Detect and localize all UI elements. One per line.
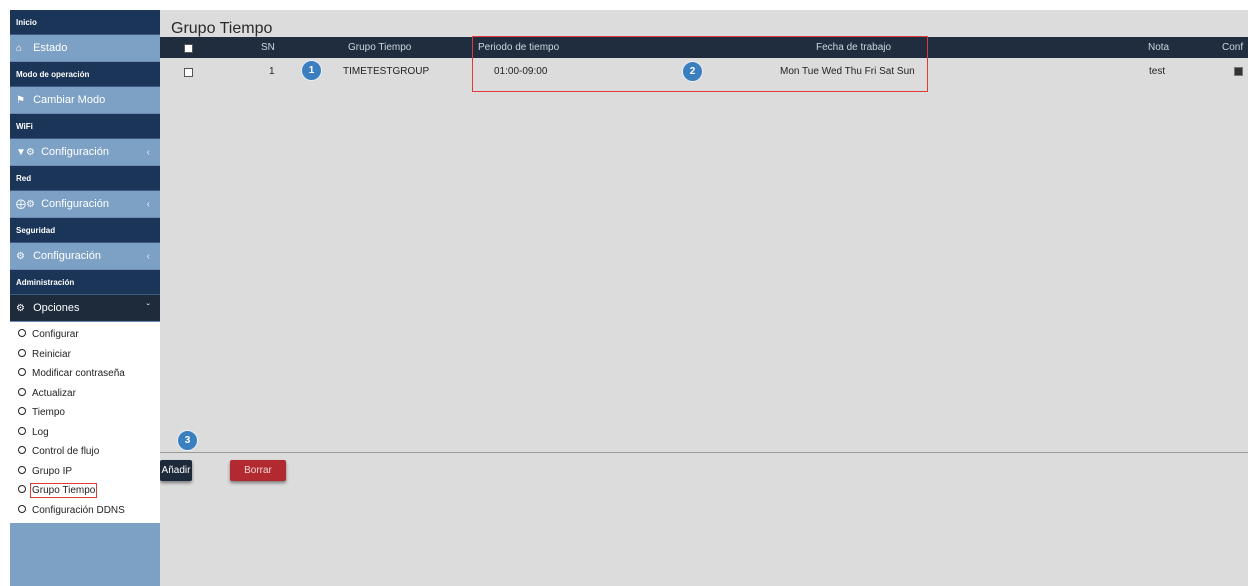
section-header-administracion: Administración [10, 270, 160, 295]
sidebar-item-label: Configuración [41, 146, 109, 158]
main-content: Grupo Tiempo SN Grupo Tiempo Periodo de … [160, 10, 1248, 586]
section-header-modo: Modo de operación [10, 62, 160, 87]
circle-icon [18, 426, 26, 435]
cell-sn: 1 [269, 66, 275, 77]
circle-icon [18, 387, 26, 396]
config-edit-icon[interactable] [1234, 67, 1243, 76]
chevron-down-icon: ˇ [146, 303, 150, 314]
chevron-left-icon: ‹ [146, 199, 150, 210]
chevron-left-icon: ‹ [146, 251, 150, 262]
column-header-grupo[interactable]: Grupo Tiempo [348, 37, 411, 58]
submenu-item-control-de-flujo[interactable]: Control de flujo [10, 442, 160, 462]
wifi-cogs-icon: ▼⚙ [16, 147, 35, 158]
submenu-item-reiniciar[interactable]: Reiniciar [10, 345, 160, 365]
circle-icon [18, 504, 26, 513]
circle-icon [18, 485, 26, 494]
circle-icon [18, 329, 26, 338]
callout-badge-1: 1 [301, 60, 322, 81]
submenu-item-configurar[interactable]: Configurar [10, 325, 160, 345]
submenu-item-grupo-tiempo[interactable]: Grupo Tiempo [10, 481, 160, 501]
sidebar-item-label: Configuración [41, 198, 109, 210]
page-title: Grupo Tiempo [171, 20, 273, 37]
section-header-seguridad: Seguridad [10, 218, 160, 243]
sidebar-item-label: Configuración [33, 250, 101, 262]
globe-cogs-icon: ⨁⚙ [16, 199, 35, 210]
gear-icon: ⚙ [16, 303, 25, 314]
cogs-icon: ⚙ [16, 251, 25, 262]
submenu-item-log[interactable]: Log [10, 423, 160, 443]
section-header-inicio: Inicio [10, 10, 160, 35]
column-header-config[interactable]: Conf [1222, 37, 1243, 58]
callout-badge-3: 3 [177, 430, 198, 451]
sidebar-item-label: Cambiar Modo [33, 94, 106, 106]
sidebar-item-label: Estado [33, 42, 68, 54]
circle-icon [18, 368, 26, 377]
sidebar-item-label: Opciones [33, 302, 80, 314]
options-submenu: Configurar Reiniciar Modificar contraseñ… [10, 322, 160, 523]
sidebar: Inicio ⌂ Estado Modo de operación ⚑ Camb… [10, 10, 160, 586]
section-header-wifi: WiFi [10, 114, 160, 139]
cell-grupo: TIMETESTGROUP [343, 66, 430, 77]
column-header-nota[interactable]: Nota [1148, 37, 1169, 58]
home-icon: ⌂ [16, 43, 23, 54]
callout-badge-2: 2 [682, 61, 703, 82]
divider [160, 452, 1248, 453]
sidebar-item-estado[interactable]: ⌂ Estado [10, 35, 160, 62]
submenu-item-grupo-ip[interactable]: Grupo IP [10, 462, 160, 482]
sidebar-item-opciones[interactable]: ⚙ Opciones ˇ [10, 295, 160, 322]
section-header-red: Red [10, 166, 160, 191]
cell-nota: test [1149, 66, 1166, 77]
submenu-item-configuracion-ddns[interactable]: Configuración DDNS [10, 501, 160, 521]
sidebar-item-red-configuracion[interactable]: ⨁⚙ Configuración ‹ [10, 191, 160, 218]
delete-button[interactable]: Borrar [230, 460, 286, 481]
circle-icon [18, 446, 26, 455]
submenu-item-actualizar[interactable]: Actualizar [10, 384, 160, 404]
flag-icon: ⚑ [16, 95, 25, 106]
submenu-item-tiempo[interactable]: Tiempo [10, 403, 160, 423]
chevron-left-icon: ‹ [146, 147, 150, 158]
submenu-item-modificar-contrasena[interactable]: Modificar contraseña [10, 364, 160, 384]
add-button[interactable]: Añadir [160, 460, 192, 481]
column-header-sn[interactable]: SN [261, 37, 275, 58]
circle-icon [18, 407, 26, 416]
sidebar-item-seguridad-configuracion[interactable]: ⚙ Configuración ‹ [10, 243, 160, 270]
circle-icon [18, 465, 26, 474]
circle-icon [18, 348, 26, 357]
sidebar-item-wifi-configuracion[interactable]: ▼⚙ Configuración ‹ [10, 139, 160, 166]
sidebar-item-cambiar-modo[interactable]: ⚑ Cambiar Modo [10, 87, 160, 114]
